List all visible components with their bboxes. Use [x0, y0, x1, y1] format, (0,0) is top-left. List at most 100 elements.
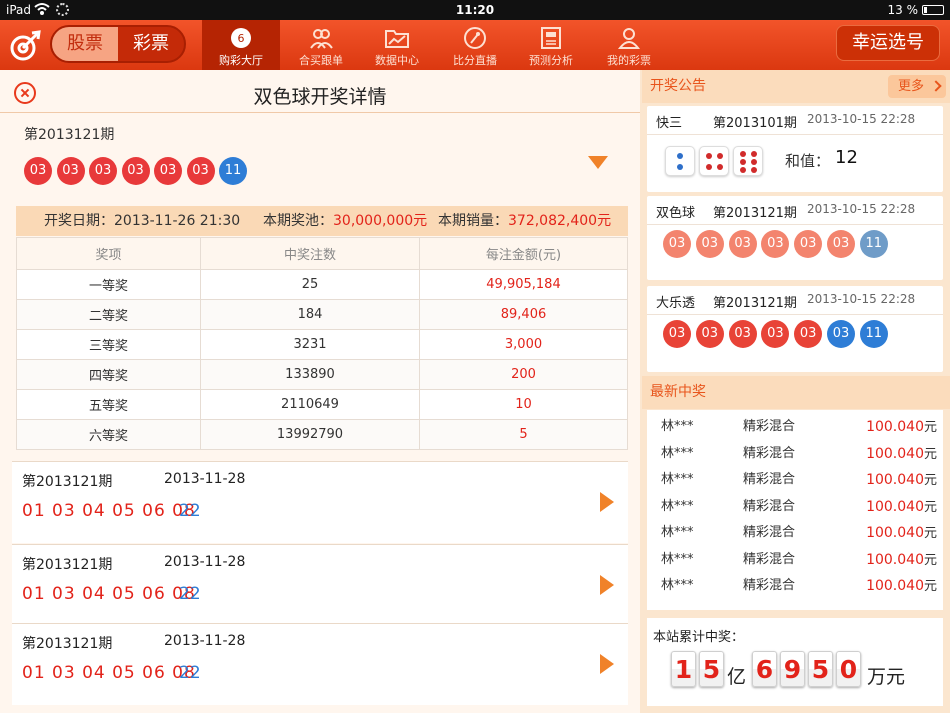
history-item[interactable]: 第2013121期 2013-11-28 01 03 04 05 06 08 22 — [12, 623, 628, 705]
ball: 03 — [794, 320, 823, 348]
ball: 11 — [859, 230, 888, 258]
ball: 03 — [728, 320, 757, 348]
prize-level: 三等奖 — [16, 329, 201, 360]
card-shuangseqiu[interactable]: 双色球 第2013121期 2013-10-15 22:28 03 03 03 03 0… — [647, 196, 943, 280]
table-row: 五等奖 2110649 10 — [16, 389, 628, 420]
unit-wanyuan: 万元 — [867, 666, 906, 688]
win-amount: 100.040元 — [866, 520, 937, 547]
prize-amount: 89,406 — [419, 299, 628, 330]
winner-name: 林*** — [661, 551, 694, 567]
table-header-row: 奖项 中奖注数 每注金额(元) — [16, 237, 628, 270]
ball: 03 — [826, 230, 855, 258]
page-title: 双色球开奖详情 — [253, 86, 387, 108]
winner-count: 3231 — [200, 329, 420, 360]
sales-label: 本期销量： — [438, 213, 508, 229]
winning-balls: 03 03 03 03 03 03 11 — [663, 230, 893, 258]
prize-level: 四等奖 — [16, 359, 201, 390]
expand-triangle-icon[interactable] — [588, 156, 608, 169]
segment-lottery[interactable]: 彩票 — [118, 27, 184, 61]
divider — [0, 112, 640, 113]
amount-value: 100.040 — [866, 525, 924, 541]
sum-label: 和值： — [785, 152, 831, 170]
divider — [647, 224, 943, 225]
section-header-latest: 最新中奖 — [642, 376, 950, 409]
history-item[interactable]: 第2013121期 2013-11-28 01 03 04 05 06 08 22 — [12, 544, 628, 626]
column-header: 中奖注数 — [200, 237, 420, 270]
amount-value: 100.040 — [866, 419, 924, 435]
prize-level: 五等奖 — [16, 389, 201, 420]
nav-data-center[interactable]: 数据中心 — [358, 20, 436, 70]
die-four-icon — [699, 146, 729, 176]
ball: 11 — [859, 320, 888, 348]
ball: 03 — [695, 230, 724, 258]
section-title: 开奖公告 — [650, 78, 706, 94]
market-segmented-control: 股票 彩票 — [50, 25, 186, 63]
chevron-right-icon[interactable] — [600, 575, 614, 595]
latest-winners-list: 林*** 精彩混合 100.040元 林*** 精彩混合 100.040元 林*** 精彩混合… — [647, 410, 943, 610]
winner-name: 林*** — [661, 445, 694, 461]
nav-live-score[interactable]: 比分直播 — [436, 20, 514, 70]
ball: 03 — [695, 320, 724, 348]
chevron-right-icon[interactable] — [600, 654, 614, 674]
game-type: 精彩混合 — [743, 525, 796, 540]
die-six-icon — [733, 146, 763, 176]
win-amount: 100.040元 — [866, 573, 937, 600]
section-header-announce: 开奖公告 更多 — [642, 70, 950, 103]
nav-label: 预测分析 — [529, 54, 573, 67]
play-icon — [464, 27, 486, 49]
nav-group-buy[interactable]: 合买跟单 — [282, 20, 360, 70]
list-item: 林*** 精彩混合 100.040元 — [647, 441, 943, 467]
lucky-pick-button[interactable]: 幸运选号 — [836, 25, 940, 61]
amount-value: 100.040 — [866, 551, 924, 568]
winner-count: 13992790 — [200, 419, 420, 450]
chevron-right-icon[interactable] — [600, 492, 614, 512]
draw-date: 2013-11-26 21:30 — [114, 213, 241, 229]
digit-tile: 9 — [780, 651, 805, 687]
history-blue-number: 22 — [179, 584, 201, 604]
nav-my-lottery[interactable]: 我的彩票 — [590, 20, 668, 70]
prize-level: 一等奖 — [16, 269, 201, 300]
game-date: 2013-10-15 22:28 — [807, 292, 916, 306]
game-type: 精彩混合 — [743, 498, 796, 514]
history-issue: 第2013121期 — [22, 474, 113, 490]
table-row: 三等奖 3231 3,000 — [16, 329, 628, 360]
sidebar: 开奖公告 更多 快三 第2013101期 2013-10-15 22:28 和值… — [642, 70, 950, 713]
history-item[interactable]: 第2013121期 2013-11-28 01 03 04 05 06 08 22 — [12, 461, 628, 543]
game-type: 精彩混合 — [743, 472, 796, 487]
list-item: 林*** 精彩混合 100.040元 — [647, 414, 943, 440]
prize-amount: 49,905,184 — [419, 269, 628, 300]
clock: 11:20 — [455, 3, 495, 17]
game-name: 双色球 — [656, 206, 696, 221]
game-date: 2013-10-15 22:28 — [807, 202, 916, 216]
game-issue: 第2013121期 — [713, 296, 797, 311]
segment-stock[interactable]: 股票 — [52, 27, 118, 61]
ball: 03 — [56, 157, 85, 185]
divider — [647, 314, 943, 315]
prize-amount: 3,000 — [419, 329, 628, 360]
group-icon — [310, 29, 333, 49]
game-type: 精彩混合 — [743, 578, 796, 593]
amount-value: 100.040 — [866, 578, 924, 594]
ball: 03 — [154, 157, 182, 185]
draw-info-bar: 开奖日期：2013-11-26 21:30 本期奖池：30,000,000元 本… — [16, 206, 628, 236]
pool-amount: 30,000,000元 — [333, 213, 428, 229]
card-daletou[interactable]: 大乐透 第2013121期 2013-10-15 22:28 03 03 03 03 0… — [647, 286, 943, 372]
section-title: 最新中奖 — [650, 384, 706, 400]
card-kuaisan[interactable]: 快三 第2013101期 2013-10-15 22:28 和值： 12 — [647, 106, 943, 192]
win-amount: 100.040元 — [866, 467, 937, 494]
amount-value: 100.040 — [866, 472, 924, 488]
nav-lottery-hall[interactable]: 6 购彩大厅 — [202, 20, 280, 70]
list-item: 林*** 精彩混合 100.040元 — [647, 547, 943, 573]
more-button[interactable]: 更多 — [888, 75, 946, 98]
game-date: 2013-10-15 22:28 — [807, 112, 916, 126]
nav-forecast[interactable]: 预测分析 — [512, 20, 590, 70]
winning-balls: 03 03 03 03 03 03 11 — [24, 157, 252, 187]
app-logo-icon[interactable] — [8, 29, 42, 63]
total-winnings-panel: 本站累计中奖： 1 5 亿 6 9 5 0 万元 — [647, 618, 943, 706]
history-date: 2013-11-28 — [164, 633, 246, 649]
history-date: 2013-11-28 — [164, 554, 246, 570]
history-issue: 第2013121期 — [22, 557, 113, 573]
game-type: 精彩混合 — [743, 419, 796, 434]
sum-value: 12 — [835, 147, 858, 168]
battery-percent: 13 % — [887, 3, 919, 17]
